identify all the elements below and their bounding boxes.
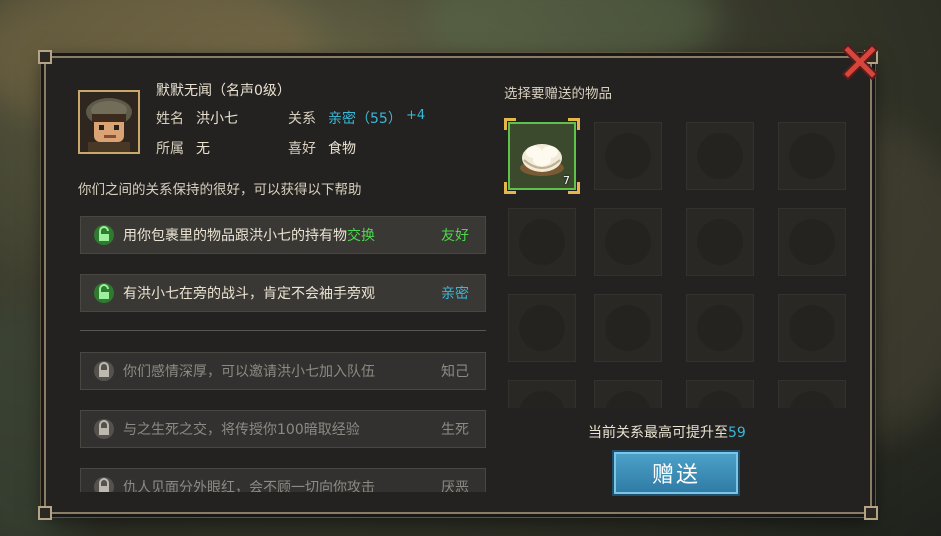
npc-avatar-icon (80, 92, 138, 152)
inventory-slot[interactable] (778, 122, 846, 190)
locked-lock-icon (94, 477, 114, 492)
faction-value: 无 (196, 141, 210, 157)
benefit-text: 你们感情深厚，可以邀请洪小七加入队伍 (123, 364, 375, 380)
inventory-slot[interactable] (594, 380, 662, 408)
inventory-slot[interactable] (778, 380, 846, 408)
selection-corner (504, 118, 516, 130)
inventory-slot[interactable] (686, 122, 754, 190)
selection-corner (504, 182, 516, 194)
close-icon (841, 43, 879, 81)
max-relation-value: 59 (728, 425, 746, 441)
benefit-row-experience: 与之生死之交，将传授你100暗取经验 生死 (80, 410, 486, 448)
close-button[interactable] (841, 42, 880, 81)
item-count: 7 (563, 174, 570, 187)
selection-corner (568, 118, 580, 130)
benefit-tag: 亲密 (441, 286, 469, 302)
inventory-slot[interactable] (778, 294, 846, 362)
name-label: 姓名 (156, 111, 184, 127)
inventory-slot[interactable] (508, 294, 576, 362)
inventory-grid: 7 (504, 118, 848, 408)
benefit-text: 用你包裹里的物品跟洪小七的持有物交换 (123, 228, 375, 244)
likes-value: 食物 (328, 141, 356, 157)
reputation-title: 默默无闻（名声0级） (156, 83, 291, 99)
locked-lock-icon (94, 419, 114, 439)
inventory-slot[interactable] (778, 208, 846, 276)
benefit-text: 与之生死之交，将传授你100暗取经验 (123, 422, 360, 438)
likes-label: 喜好 (288, 141, 316, 157)
relation-label: 关系 (288, 111, 316, 127)
benefit-row-exchange: 用你包裹里的物品跟洪小七的持有物交换 友好 (80, 216, 486, 254)
frame-corner (864, 506, 878, 520)
benefit-text: 仇人见面分外眼红，会不顾一切向你攻击 (123, 480, 375, 492)
faction-label: 所属 (156, 141, 184, 157)
inventory-slot[interactable] (686, 380, 754, 408)
benefit-row-hostile: 仇人见面分外眼红，会不顾一切向你攻击 厌恶 (80, 468, 486, 492)
frame-corner (38, 50, 52, 64)
frame-corner (38, 506, 52, 520)
inventory-slot-selected[interactable]: 7 (508, 122, 576, 190)
max-relation-text: 当前关系最高可提升至59 (588, 425, 746, 441)
benefit-tag: 友好 (441, 228, 469, 244)
relation-value: 亲密（55） (328, 111, 402, 127)
inventory-slot[interactable] (508, 208, 576, 276)
relation-bonus: +4 (406, 108, 426, 123)
benefit-text: 有洪小七在旁的战斗，肯定不会袖手旁观 (123, 286, 375, 302)
unlocked-lock-icon (94, 283, 114, 303)
name-value: 洪小七 (196, 111, 238, 127)
relationship-panel: 默默无闻（名声0级） 姓名 洪小七 关系 亲密（55） +4 所属 无 喜好 食… (38, 50, 878, 520)
inventory-slot[interactable] (594, 122, 662, 190)
help-intro: 你们之间的关系保持的很好，可以获得以下帮助 (78, 182, 362, 198)
locked-lock-icon (94, 361, 114, 381)
gift-button[interactable]: 赠送 (612, 450, 740, 496)
benefit-row-battle: 有洪小七在旁的战斗，肯定不会袖手旁观 亲密 (80, 274, 486, 312)
divider (80, 330, 486, 331)
unlocked-lock-icon (94, 225, 114, 245)
inventory-slot[interactable] (686, 208, 754, 276)
inventory-slot[interactable] (686, 294, 754, 362)
inventory-slot[interactable] (594, 294, 662, 362)
benefit-row-party: 你们感情深厚，可以邀请洪小七加入队伍 知己 (80, 352, 486, 390)
benefit-list-clip: 仇人见面分外眼红，会不顾一切向你攻击 厌恶 (80, 458, 486, 492)
inventory-slot[interactable] (594, 208, 662, 276)
gift-header: 选择要赠送的物品 (504, 86, 612, 102)
inventory-slot[interactable] (508, 380, 576, 408)
benefit-tag: 厌恶 (441, 480, 469, 492)
benefit-tag: 知己 (441, 364, 469, 380)
npc-portrait (78, 90, 140, 154)
benefit-tag: 生死 (441, 422, 469, 438)
